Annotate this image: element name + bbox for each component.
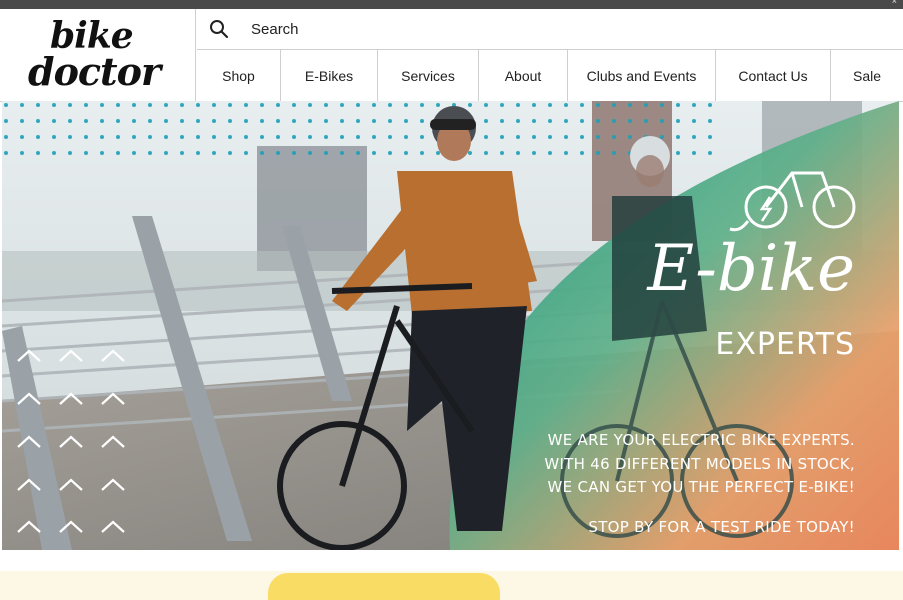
nav-item-sale[interactable]: Sale (831, 50, 903, 101)
nav-item-e-bikes[interactable]: E-Bikes (281, 50, 378, 101)
main-nav: Shop E-Bikes Services About Clubs and Ev… (197, 50, 903, 101)
hero-description-line: WE ARE YOUR ELECTRIC BIKE EXPERTS. (547, 431, 855, 449)
hero-description-line: WITH 46 DIFFERENT MODELS IN STOCK, (544, 454, 855, 473)
site-logo[interactable]: bike doctor (0, 9, 196, 101)
hero-title: E-bike (647, 232, 855, 306)
logo-text-doctor: doctor (28, 49, 161, 94)
nav-item-shop[interactable]: Shop (197, 50, 281, 101)
top-bar: × (0, 0, 903, 9)
nav-item-contact-us[interactable]: Contact Us (716, 50, 831, 101)
hero-cta: STOP BY FOR A TEST RIDE TODAY! (588, 518, 855, 536)
hero-description: WE ARE YOUR ELECTRIC BIKE EXPERTS. WITH … (544, 429, 855, 500)
search-input[interactable] (249, 19, 853, 39)
search-icon[interactable] (209, 19, 229, 39)
next-section-preview (0, 571, 903, 600)
hero-banner[interactable]: E-bike EXPERTS WE ARE YOUR ELECTRIC BIKE… (2, 101, 899, 550)
hero-description-line: WE CAN GET YOU THE PERFECT E-BIKE! (547, 478, 855, 496)
nav-item-clubs-and-events[interactable]: Clubs and Events (568, 50, 716, 101)
close-icon[interactable]: × (892, 0, 897, 6)
search-bar (197, 9, 903, 50)
hero-subtitle: EXPERTS (715, 327, 855, 362)
yellow-shape (268, 573, 500, 600)
nav-item-services[interactable]: Services (378, 50, 479, 101)
site-header: bike doctor Shop E-Bikes Services About … (0, 9, 903, 102)
nav-item-about[interactable]: About (479, 50, 568, 101)
